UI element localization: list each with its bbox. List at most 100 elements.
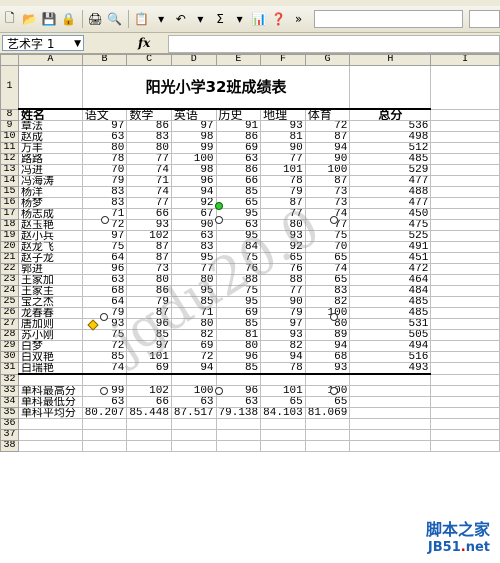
score-cell[interactable]: 71: [170, 307, 217, 319]
cell[interactable]: [430, 340, 500, 352]
score-cell[interactable]: 498: [349, 131, 432, 143]
score-cell[interactable]: 70: [81, 164, 128, 176]
cell[interactable]: [17, 373, 83, 386]
cell[interactable]: [430, 241, 500, 253]
score-cell[interactable]: 86: [215, 131, 262, 143]
chart-wizard-icon[interactable]: 📊: [251, 11, 267, 27]
score-cell[interactable]: 96: [215, 351, 262, 363]
score-cell[interactable]: 485: [349, 307, 432, 319]
cell[interactable]: [126, 429, 172, 441]
cell[interactable]: [170, 440, 217, 452]
score-cell[interactable]: 72: [170, 351, 217, 363]
score-cell[interactable]: 75: [81, 329, 128, 341]
score-cell[interactable]: 73: [304, 197, 351, 209]
row-header[interactable]: 29: [0, 340, 19, 352]
student-name-cell[interactable]: 王家加: [17, 274, 83, 286]
cell[interactable]: [126, 373, 172, 386]
shape-handle[interactable]: [330, 216, 338, 224]
row-header[interactable]: 12: [0, 153, 19, 165]
score-cell[interactable]: 97: [81, 230, 128, 242]
score-cell[interactable]: 85: [126, 329, 172, 341]
cell[interactable]: [430, 186, 500, 198]
score-cell[interactable]: 87: [304, 131, 351, 143]
column-header[interactable]: F: [260, 54, 306, 66]
cell[interactable]: [304, 418, 351, 430]
stat-value-cell[interactable]: 63: [215, 396, 262, 408]
stat-value-cell[interactable]: 84.103: [260, 407, 306, 419]
score-cell[interactable]: 536: [349, 120, 432, 132]
cell[interactable]: [430, 175, 500, 187]
score-cell[interactable]: 464: [349, 274, 432, 286]
stat-label-cell[interactable]: 单科最低分: [17, 396, 83, 408]
cell[interactable]: [430, 164, 500, 176]
stat-value-cell[interactable]: 102: [126, 385, 172, 397]
cell[interactable]: [349, 418, 432, 430]
score-cell[interactable]: 512: [349, 142, 432, 154]
student-name-cell[interactable]: 龙春春: [17, 307, 83, 319]
score-cell[interactable]: 84: [215, 241, 262, 253]
cell[interactable]: [349, 385, 432, 397]
cell[interactable]: [126, 418, 172, 430]
student-name-cell[interactable]: 杨志成: [17, 208, 83, 220]
student-name-cell[interactable]: 唐加则: [17, 318, 83, 330]
score-cell[interactable]: 494: [349, 340, 432, 352]
score-cell[interactable]: 73: [304, 186, 351, 198]
score-cell[interactable]: 69: [215, 307, 262, 319]
cell[interactable]: [430, 307, 500, 319]
score-cell[interactable]: 78: [81, 153, 128, 165]
score-cell[interactable]: 90: [260, 296, 306, 308]
row-header[interactable]: 1: [0, 65, 19, 110]
cell[interactable]: [430, 153, 500, 165]
cell[interactable]: [349, 373, 432, 386]
student-name-cell[interactable]: 冯进: [17, 164, 83, 176]
row-header[interactable]: 17: [0, 208, 19, 220]
score-cell[interactable]: 74: [126, 186, 172, 198]
stat-value-cell[interactable]: 80.207: [81, 407, 128, 419]
row-header[interactable]: 16: [0, 197, 19, 209]
row-header[interactable]: 14: [0, 175, 19, 187]
score-cell[interactable]: 77: [260, 153, 306, 165]
stat-value-cell[interactable]: 66: [126, 396, 172, 408]
score-cell[interactable]: 65: [260, 252, 306, 264]
column-title-cell[interactable]: 数学: [126, 108, 172, 121]
score-cell[interactable]: 82: [304, 296, 351, 308]
cell[interactable]: [430, 108, 500, 121]
student-name-cell[interactable]: 杨梦: [17, 197, 83, 209]
cell[interactable]: [260, 418, 306, 430]
student-name-cell[interactable]: 赵子龙: [17, 252, 83, 264]
row-header[interactable]: 26: [0, 307, 19, 319]
score-cell[interactable]: 529: [349, 164, 432, 176]
student-name-cell[interactable]: 路路: [17, 153, 83, 165]
row-header[interactable]: 24: [0, 285, 19, 297]
column-title-cell[interactable]: 姓名: [17, 108, 83, 121]
column-title-cell[interactable]: 英语: [170, 108, 217, 121]
score-cell[interactable]: 80: [260, 219, 306, 231]
shape-handle[interactable]: [100, 313, 108, 321]
new-document-icon[interactable]: 🗋: [2, 11, 18, 27]
score-cell[interactable]: 65: [304, 252, 351, 264]
autosum-dropdown-icon[interactable]: ▾: [232, 11, 248, 27]
column-title-cell[interactable]: 地理: [260, 108, 306, 121]
undo-dropdown-icon[interactable]: ▾: [193, 11, 209, 27]
score-cell[interactable]: 531: [349, 318, 432, 330]
stat-value-cell[interactable]: 65: [260, 396, 306, 408]
score-cell[interactable]: 79: [260, 307, 306, 319]
score-cell[interactable]: 75: [215, 285, 262, 297]
score-cell[interactable]: 63: [81, 131, 128, 143]
score-cell[interactable]: 74: [81, 362, 128, 375]
rotate-handle[interactable]: [215, 202, 223, 210]
score-cell[interactable]: 76: [260, 263, 306, 275]
row-header[interactable]: 30: [0, 351, 19, 363]
row-header[interactable]: 15: [0, 186, 19, 198]
score-cell[interactable]: 95: [170, 252, 217, 264]
score-cell[interactable]: 77: [260, 285, 306, 297]
stat-value-cell[interactable]: 101: [260, 385, 306, 397]
row-header[interactable]: 36: [0, 418, 19, 430]
row-header[interactable]: 18: [0, 219, 19, 231]
column-header[interactable]: D: [170, 54, 217, 66]
score-cell[interactable]: 88: [260, 274, 306, 286]
student-name-cell[interactable]: 冯海涛: [17, 175, 83, 187]
score-cell[interactable]: 99: [170, 142, 217, 154]
score-cell[interactable]: 91: [215, 120, 262, 132]
row-header[interactable]: 33: [0, 385, 19, 397]
